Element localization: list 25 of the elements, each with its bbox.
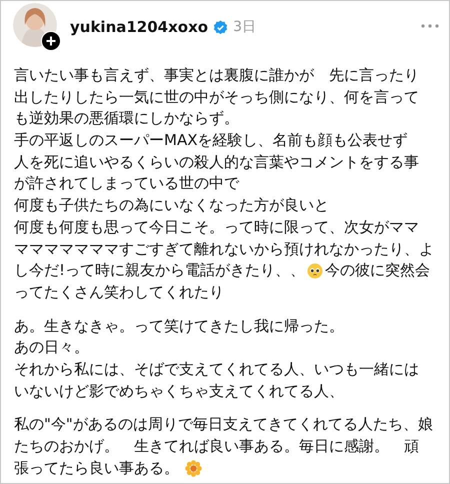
more-options-icon[interactable] (421, 24, 439, 28)
follow-plus-icon[interactable] (41, 31, 61, 51)
post-text-line: も逆効果の悪循環にしかならず。 (14, 108, 239, 130)
post-text-line: それから私には、そばで支えてくれてる人、いつも一緒には (14, 358, 419, 380)
post-text-line: たちのおかげ。 生きてれば良い事ある。毎日に感謝。 頑 (14, 436, 419, 457)
post-text-line: マママママママすごすぎて離れないから預けれなかったり、よ (14, 238, 434, 260)
post-text-line: 何度も子供たちの為にいなくなった方が良いと (14, 195, 329, 216)
post-text-line: あの日々。 (14, 337, 89, 358)
post-text-line: いないけど影でめちゃくちゃ支えてくれてる人、 (14, 380, 344, 402)
post-text-line: 言いたい事も言えず、事実とは裏腹に誰かが 先に言ったり (14, 65, 419, 86)
post-text-line: し今だ!って時に親友から電話がきたり、、 (14, 260, 306, 282)
post-text-line: 何度も何度も思って今日こそ。って時に限って、次女がママ (14, 216, 419, 238)
post-text-line: あ。生きなきゃ。って笑けてきたし我に帰った。 (14, 316, 344, 337)
username[interactable]: yukina1204xoxo (70, 16, 208, 38)
post-text-line: 今の彼に突然会 (325, 260, 430, 282)
post-time: 3日 (233, 18, 256, 37)
post-text-line: 手の平返しのスーパーMAXを経験し、名前も顔も公表せず (14, 130, 408, 152)
flower-icon (185, 460, 202, 478)
pleading-face-icon (307, 263, 324, 280)
post-text-line: 張ってたら良い事ある。 (14, 458, 179, 479)
post-text-line: ってたくさん笑わしてくれたり (14, 282, 224, 303)
post-text-line: が許されてしまっている世の中で (14, 173, 239, 194)
post-text-line: 人を死に追いやるくらいの殺人的な言葉やコメントをする事 (14, 152, 419, 173)
post-text-line: 私の"今"があるのは周りで毎日支えてきてくれてる人たち、娘 (14, 414, 433, 436)
post-text-line: 出したりしたら一気に世の中がそっち側になり、何を言って (14, 86, 419, 108)
